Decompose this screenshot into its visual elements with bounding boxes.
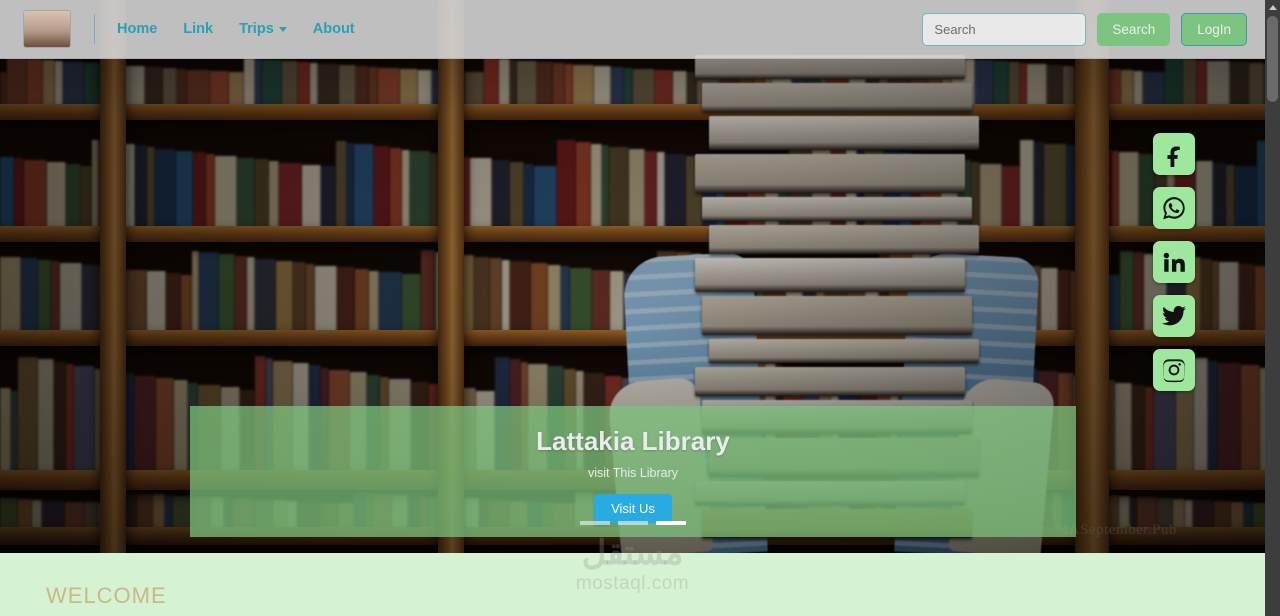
nav-item-link[interactable]: Link <box>183 20 213 38</box>
carousel-indicators[interactable] <box>190 521 1076 525</box>
nav-item-about[interactable]: About <box>313 20 355 38</box>
shelf-upright <box>1075 0 1109 553</box>
carousel-indicator[interactable] <box>618 521 648 525</box>
search-button[interactable]: Search <box>1097 12 1171 46</box>
carousel-indicator[interactable] <box>580 521 610 525</box>
welcome-section: WELCOME <box>0 553 1265 616</box>
linkedin-icon[interactable] <box>1153 241 1195 283</box>
hero-subtitle: visit This Library <box>587 466 679 480</box>
social-links-rail <box>1153 133 1195 391</box>
welcome-heading: WELCOME <box>46 583 167 608</box>
twitter-icon[interactable] <box>1153 295 1195 337</box>
top-navbar: Home Link Trips About Search LogIn <box>0 0 1265 59</box>
carousel-indicator-active[interactable] <box>656 521 686 525</box>
navbar-actions: Search LogIn <box>922 12 1247 46</box>
nav-link-link[interactable]: Link <box>183 21 213 37</box>
search-input[interactable] <box>922 12 1087 46</box>
visit-us-button[interactable]: Visit Us <box>594 494 672 523</box>
instagram-icon[interactable] <box>1153 349 1195 391</box>
whatsapp-icon[interactable] <box>1153 187 1195 229</box>
facebook-icon[interactable] <box>1153 133 1195 175</box>
chevron-down-icon <box>278 26 287 32</box>
hero-title: Lattakia Library <box>536 426 730 456</box>
navbar-links: Home Link Trips About <box>117 20 355 38</box>
navbar-divider <box>94 14 95 44</box>
scroll-up-arrow-icon[interactable] <box>1265 0 1280 15</box>
nav-link-trips[interactable]: Trips <box>239 21 287 37</box>
nav-link-home[interactable]: Home <box>117 21 157 37</box>
page-scrollbar[interactable] <box>1265 0 1280 616</box>
scrollbar-thumb[interactable] <box>1267 16 1278 102</box>
nav-item-trips[interactable]: Trips <box>239 20 287 38</box>
login-button[interactable]: LogIn <box>1181 12 1247 46</box>
page-root: MASeptember.Pub Lattakia Library visit T… <box>0 0 1280 616</box>
hero-caption-overlay: Lattakia Library visit This Library Visi… <box>190 406 1076 537</box>
brand-logo-icon[interactable] <box>24 11 70 47</box>
nav-link-about[interactable]: About <box>313 21 355 37</box>
shelf-upright <box>100 0 126 553</box>
nav-item-home[interactable]: Home <box>117 20 157 38</box>
